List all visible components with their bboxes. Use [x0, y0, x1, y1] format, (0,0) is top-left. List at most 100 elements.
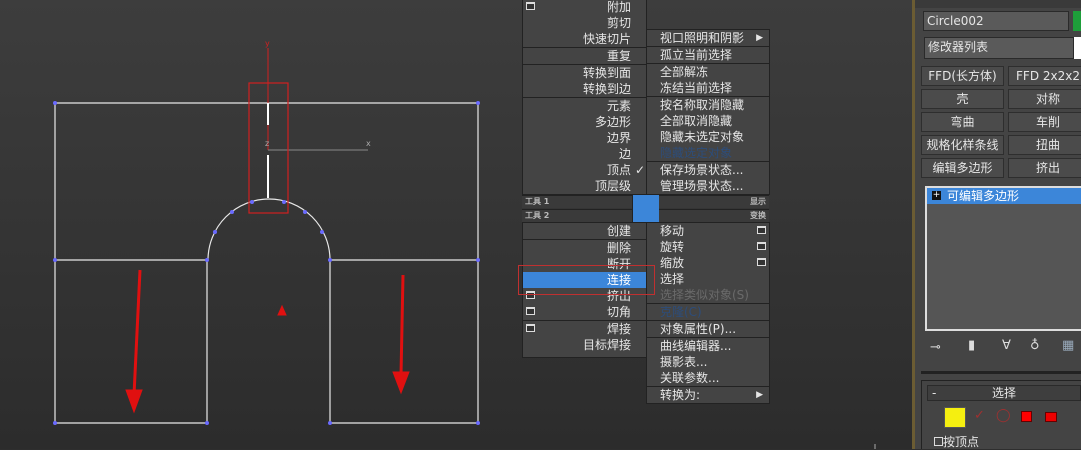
- menu-item[interactable]: 摄影表...: [647, 354, 769, 370]
- menu-item[interactable]: 顶层级: [523, 178, 646, 194]
- selection-rollout: - 选择 ✓ ◯ 按顶点: [921, 380, 1081, 449]
- menu-item[interactable]: 顶点 ✓: [523, 162, 646, 178]
- modifier-button[interactable]: FFD 2x2x2: [1008, 66, 1081, 86]
- border-mode-icon[interactable]: ◯: [996, 408, 1011, 423]
- rollout-header[interactable]: - 选择: [927, 385, 1081, 401]
- quad-menu-top-left: 附加 剪切 快速切片重复转换到面 转换到边元素 多边形 边界边顶点 ✓ 顶层级: [522, 0, 647, 195]
- menu-item[interactable]: 隐藏选定对象: [647, 145, 769, 161]
- axis-z-label: z: [265, 139, 269, 148]
- polygon-mode-icon[interactable]: [1021, 411, 1032, 422]
- menu-item[interactable]: 关联参数...: [647, 370, 769, 386]
- menu-item[interactable]: 按名称取消隐藏: [647, 97, 769, 113]
- menu-item[interactable]: 隐藏未选定对象: [647, 129, 769, 145]
- menu-item-label: 转换到面: [582, 66, 631, 80]
- vertices: [53, 101, 480, 425]
- make-unique-icon[interactable]: ∀: [1002, 338, 1011, 353]
- menu-item[interactable]: 删除: [523, 240, 646, 256]
- dropdown-arrow[interactable]: [1074, 37, 1081, 59]
- rollout-title: 选择: [991, 386, 1016, 400]
- menu-item[interactable]: 附加: [523, 0, 646, 15]
- display-label: 显示: [750, 197, 766, 206]
- pin-stack-icon[interactable]: ⊸: [930, 340, 941, 355]
- menu-item-label: 元素: [606, 99, 631, 113]
- expand-icon[interactable]: +: [932, 191, 941, 200]
- menu-item[interactable]: 切角: [523, 304, 646, 320]
- polygon-shape: [54, 102, 479, 424]
- settings-box-icon[interactable]: [526, 324, 535, 332]
- menu-item[interactable]: 缩放: [647, 255, 769, 271]
- menu-item-label: 全部解冻: [660, 65, 709, 79]
- modifier-button[interactable]: FFD(长方体): [921, 66, 1004, 86]
- modifier-button[interactable]: 壳: [921, 89, 1004, 109]
- axis-x-label: x: [366, 139, 371, 148]
- settings-box-icon[interactable]: [526, 307, 535, 315]
- vertex-mode-button[interactable]: [944, 407, 966, 428]
- menu-item[interactable]: 元素: [523, 98, 646, 114]
- settings-box-icon[interactable]: [757, 258, 766, 266]
- menu-item[interactable]: 视口照明和阴影 ▶: [647, 30, 769, 46]
- menu-item[interactable]: 管理场景状态...: [647, 178, 769, 194]
- by-vertex-checkbox[interactable]: 按顶点: [934, 433, 979, 450]
- menu-item[interactable]: 对象属性(P)...: [647, 321, 769, 337]
- quad-center-button[interactable]: [632, 195, 659, 222]
- modifier-stack[interactable]: + 可编辑多边形: [925, 186, 1081, 331]
- menu-item-label: 保存场景状态...: [660, 163, 744, 177]
- object-name-input[interactable]: Circle002: [923, 11, 1069, 31]
- modifier-button[interactable]: 扭曲: [1008, 135, 1081, 155]
- edge-mode-icon[interactable]: ✓: [974, 408, 985, 423]
- menu-item[interactable]: 边界: [523, 130, 646, 146]
- show-end-result-icon[interactable]: ▮: [968, 338, 975, 353]
- checkbox-icon[interactable]: [934, 437, 943, 446]
- configure-sets-icon[interactable]: ▦: [1062, 338, 1074, 353]
- menu-item[interactable]: 旋转: [647, 239, 769, 255]
- menu-item[interactable]: 克隆(C): [647, 304, 769, 320]
- settings-box-icon[interactable]: [757, 242, 766, 250]
- menu-item[interactable]: 转换到边: [523, 81, 646, 97]
- modifier-button[interactable]: 弯曲: [921, 112, 1004, 132]
- panel-tabs[interactable]: [915, 0, 1081, 8]
- menu-item-label: 附加: [606, 0, 631, 14]
- submenu-arrow-icon: ▶: [756, 33, 763, 43]
- settings-box-icon[interactable]: [757, 226, 766, 234]
- menu-item[interactable]: 剪切: [523, 15, 646, 31]
- element-mode-icon[interactable]: [1045, 412, 1057, 422]
- modifier-button[interactable]: 规格化样条线: [921, 135, 1004, 155]
- menu-item[interactable]: 选择类似对象(S): [647, 287, 769, 303]
- menu-item-label: 选择类似对象(S): [660, 288, 749, 302]
- by-vertex-label: 按顶点: [943, 435, 980, 449]
- modifier-button[interactable]: 编辑多边形: [921, 158, 1004, 178]
- menu-item-label: 快速切片: [582, 32, 631, 46]
- object-color-swatch[interactable]: [1073, 11, 1081, 31]
- stack-item-editable-poly[interactable]: + 可编辑多边形: [927, 188, 1081, 204]
- menu-item[interactable]: 多边形: [523, 114, 646, 130]
- menu-item[interactable]: 移动: [647, 223, 769, 239]
- menu-item[interactable]: 冻结当前选择: [647, 80, 769, 96]
- menu-item[interactable]: 焊接: [523, 321, 646, 337]
- menu-item-label: 冻结当前选择: [660, 81, 733, 95]
- modifier-button[interactable]: 对称: [1008, 89, 1081, 109]
- viewport[interactable]: y x z: [0, 0, 912, 449]
- modifier-button[interactable]: 挤出: [1008, 158, 1081, 178]
- menu-item[interactable]: 全部解冻: [647, 64, 769, 80]
- menu-item[interactable]: 曲线编辑器...: [647, 338, 769, 354]
- modifier-list-dropdown[interactable]: 修改器列表: [924, 37, 1074, 59]
- menu-item-label: 旋转: [660, 240, 685, 254]
- menu-item-label: 焊接: [606, 322, 631, 336]
- menu-item[interactable]: 目标焊接: [523, 337, 646, 353]
- remove-modifier-icon[interactable]: ♁: [1030, 338, 1040, 353]
- menu-item[interactable]: 全部取消隐藏: [647, 113, 769, 129]
- modifier-button[interactable]: 车削: [1008, 112, 1081, 132]
- menu-item[interactable]: 边: [523, 146, 646, 162]
- menu-item[interactable]: 转换到面: [523, 65, 646, 81]
- tools1-label: 工具 1: [525, 197, 550, 206]
- settings-box-icon[interactable]: [526, 2, 535, 10]
- menu-item[interactable]: 保存场景状态...: [647, 162, 769, 178]
- menu-item[interactable]: 快速切片: [523, 31, 646, 47]
- menu-item[interactable]: 孤立当前选择: [647, 47, 769, 63]
- divider: [921, 371, 1081, 374]
- menu-item[interactable]: 重复: [523, 48, 646, 64]
- menu-item[interactable]: 转换为: ▶: [647, 387, 769, 403]
- menu-item[interactable]: 选择: [647, 271, 769, 287]
- menu-item[interactable]: 创建: [523, 223, 646, 239]
- menu-item-label: 按名称取消隐藏: [660, 98, 745, 112]
